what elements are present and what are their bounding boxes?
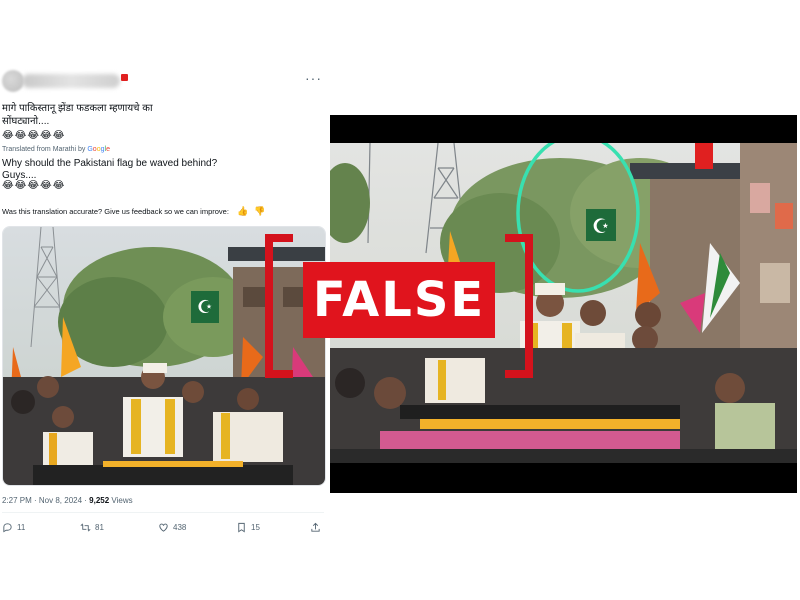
tweet-text-marathi-1: मागे पाकिस्तानू झेंडा फडकला म्हणायचे का [2,103,153,114]
repost-count: 81 [95,523,104,532]
tweet-text-marathi-2: सोंघट्यानो.... [2,116,50,127]
share-button[interactable] [310,522,321,533]
like-button[interactable]: 438 [158,522,186,533]
avatar[interactable] [2,70,24,92]
bookmark-count: 15 [251,523,260,532]
tweet-meta: 2:27 PM · Nov 8, 2024 · 9,252 Views [2,496,133,505]
false-label: FALSE [312,272,486,328]
google-letter: e [106,146,110,153]
svg-text:☪: ☪ [592,216,610,238]
tweet-actions: 11 81 438 15 [2,522,324,538]
thumbs-up-icon[interactable]: 👍 [237,206,248,217]
reply-icon [3,523,12,533]
views-label: Views [109,496,133,505]
tweet-timestamp[interactable]: 2:27 PM · Nov 8, 2024 · [2,496,89,505]
translation-note[interactable]: Translated from Marathi by Google [2,146,110,153]
blurred-username[interactable] [22,74,120,88]
divider [2,512,324,513]
share-icon [311,522,320,532]
false-label-box: FALSE [303,262,495,338]
reply-button[interactable]: 11 [2,522,25,533]
emoji-row: 😂😂😂😂😂 [2,130,66,141]
like-icon [159,523,168,532]
left-bracket [265,234,293,378]
like-count: 438 [173,523,187,532]
translation-feedback: Was this translation accurate? Give us f… [2,206,265,217]
emoji-row-2: 😂😂😂😂😂 [2,180,66,191]
right-bracket [505,234,533,378]
translation-prefix: Translated from Marathi by [2,146,88,153]
reply-count: 11 [17,523,26,532]
tweet-header: ··· [2,70,324,92]
false-stamp: FALSE [265,234,533,378]
bookmark-button[interactable]: 15 [236,522,260,533]
thumbs-down-icon[interactable]: 👎 [254,206,265,217]
google-logo-text: Google [87,146,110,153]
bookmark-icon [238,522,245,533]
more-icon[interactable]: ··· [305,70,322,86]
repost-button[interactable]: 81 [80,522,104,533]
svg-text:☪: ☪ [197,297,213,317]
repost-icon [80,523,91,532]
feedback-text: Was this translation accurate? Give us f… [2,207,229,216]
red-flag-marker [121,74,128,81]
view-count: 9,252 [89,496,110,505]
